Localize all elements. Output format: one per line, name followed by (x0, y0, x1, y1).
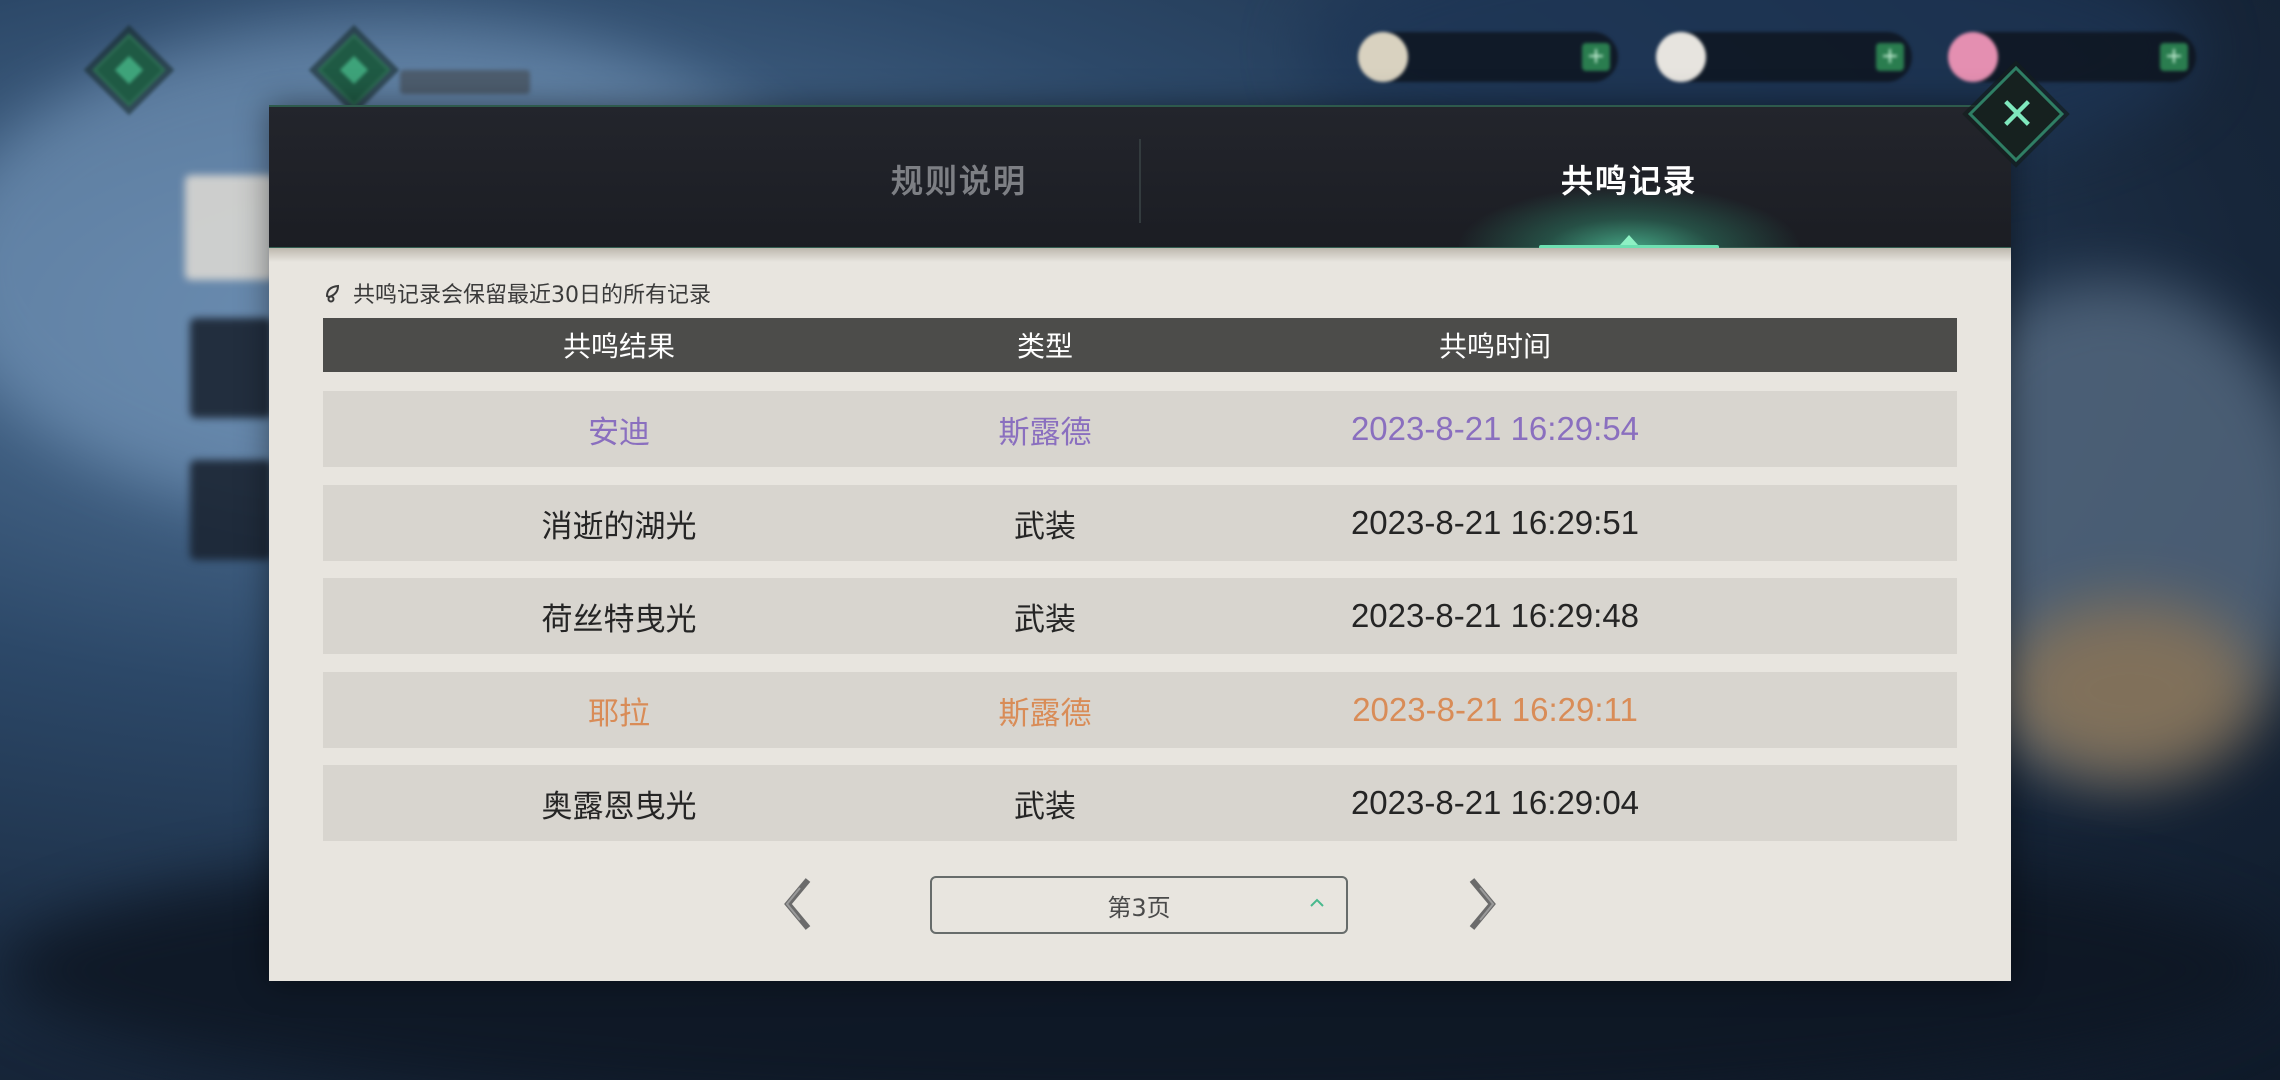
tab-divider (1139, 139, 1141, 223)
row-time: 2023-8-21 16:29:11 (1352, 691, 1638, 728)
currency-display: + (1656, 32, 1912, 82)
background-card (185, 175, 275, 280)
background-card (190, 318, 272, 418)
row-type: 斯露德 (998, 414, 1092, 451)
tab-bar: 规则说明 共鸣记录 (269, 105, 2011, 250)
hud-title-blurred (400, 70, 530, 94)
row-result: 耶拉 (588, 695, 650, 732)
row-result: 消逝的湖光 (541, 508, 697, 545)
row-type: 武装 (1014, 601, 1076, 638)
page-selector[interactable]: 第3页 (930, 876, 1348, 934)
chevron-up-icon (1310, 898, 1324, 907)
row-time: 2023-8-21 16:29:48 (1350, 597, 1640, 634)
add-currency-button[interactable]: + (2160, 43, 2188, 71)
add-currency-button[interactable]: + (1876, 43, 1904, 71)
table-row: 奥露恩曳光 武装 2023-8-21 16:29:04 (323, 765, 1957, 841)
retention-note-text: 共鸣记录会保留最近30日的所有记录 (353, 283, 711, 308)
row-result: 安迪 (588, 414, 650, 451)
active-tab-caret-icon (1620, 235, 1638, 245)
crystal-icon (1656, 32, 1706, 82)
table-row: 安迪 斯露德 2023-8-21 16:29:54 (323, 391, 1957, 467)
tab-rules[interactable]: 规则说明 (789, 107, 1129, 250)
retention-note: 共鸣记录会保留最近30日的所有记录 (323, 278, 711, 308)
header-result: 共鸣结果 (562, 330, 675, 363)
coin-icon (1358, 32, 1408, 82)
add-currency-button[interactable]: + (1582, 43, 1610, 71)
background-glow (2000, 600, 2260, 780)
row-type: 斯露德 (998, 695, 1092, 732)
next-page-button[interactable] (1462, 874, 1502, 934)
row-result: 荷丝特曳光 (541, 601, 697, 638)
paper-torn-edge (269, 248, 2011, 262)
row-result: 奥露恩曳光 (541, 788, 697, 825)
currency-display: + (1948, 32, 2196, 82)
row-time: 2023-8-21 16:29:54 (1350, 410, 1640, 447)
row-type: 武装 (1014, 788, 1076, 825)
ticket-icon (1948, 32, 1998, 82)
info-leaf-icon (325, 284, 340, 303)
row-time: 2023-8-21 16:29:51 (1350, 504, 1640, 541)
previous-page-button[interactable] (778, 874, 818, 934)
table-row: 荷丝特曳光 武装 2023-8-21 16:29:48 (323, 578, 1957, 654)
table-header: 共鸣结果 类型 共鸣时间 (323, 318, 1957, 372)
header-type: 类型 (1016, 330, 1073, 363)
table-row: 耶拉 斯露德 2023-8-21 16:29:11 (323, 672, 1957, 748)
row-type: 武装 (1014, 508, 1076, 545)
background-card (190, 460, 272, 560)
header-time: 共鸣时间 (1438, 330, 1551, 363)
game-screen: + + + 规则说明 共鸣记录 ✕ 共鸣记录会保留最近30日的所有记录 共鸣结果… (0, 0, 2280, 1080)
tab-records[interactable]: 共鸣记录 (1429, 107, 1829, 250)
current-page-label: 第3页 (1107, 893, 1171, 922)
table-row: 消逝的湖光 武装 2023-8-21 16:29:51 (323, 485, 1957, 561)
row-time: 2023-8-21 16:29:04 (1350, 784, 1640, 821)
currency-display: + (1358, 32, 1618, 82)
